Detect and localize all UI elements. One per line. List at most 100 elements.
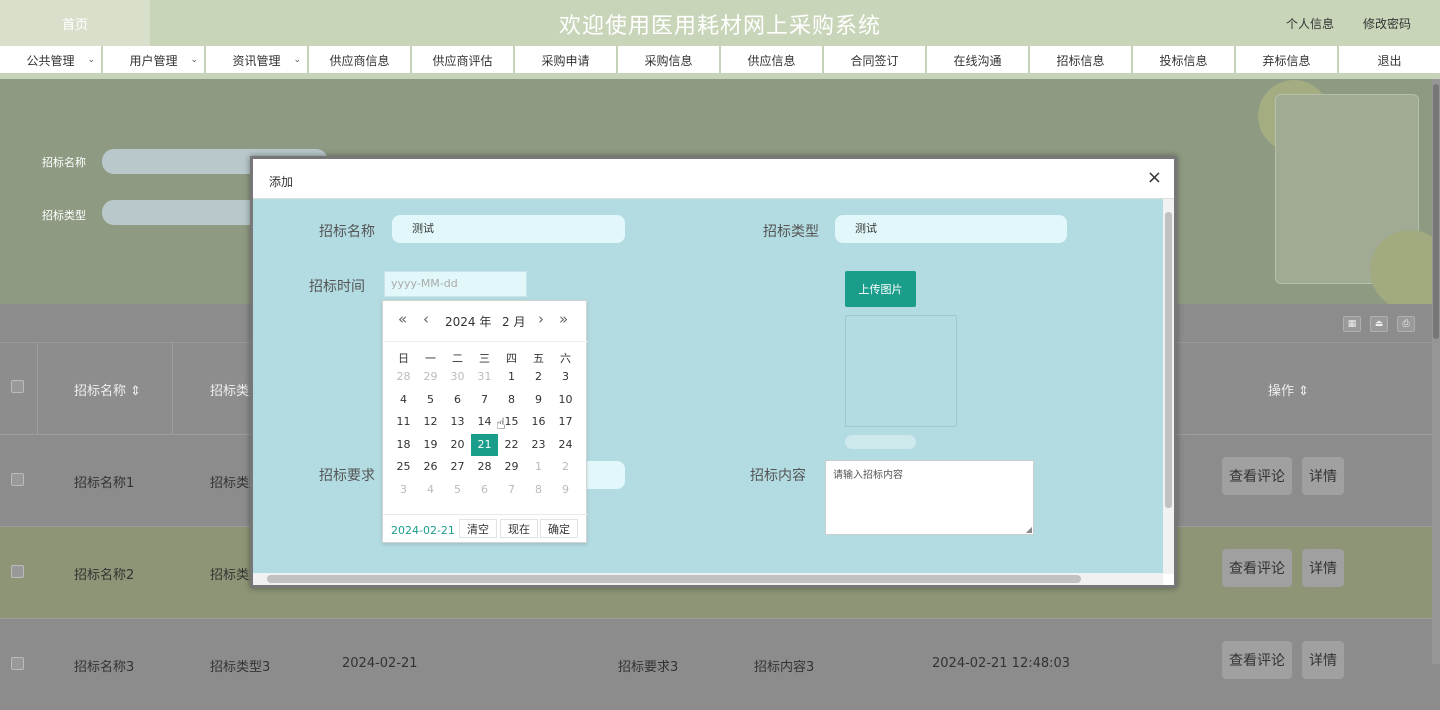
upload-image-button[interactable]: 上传图片 <box>845 271 916 307</box>
prev-year-icon[interactable]: « <box>398 310 407 328</box>
calendar-day[interactable]: 1 <box>498 366 525 388</box>
next-year-icon[interactable]: » <box>559 310 568 328</box>
calendar-day[interactable]: 17 <box>552 411 579 433</box>
confirm-button[interactable]: 确定 <box>540 519 578 538</box>
select-all-checkbox[interactable] <box>11 380 24 393</box>
calendar-day[interactable]: 28 <box>390 366 417 388</box>
time-input[interactable]: yyyy-MM-dd <box>384 271 527 297</box>
view-comments-button[interactable]: 查看评论 <box>1222 457 1292 495</box>
calendar-day[interactable]: 8 <box>498 389 525 411</box>
nav-item[interactable]: 供应信息 <box>721 46 824 74</box>
calendar-day[interactable]: 3 <box>552 366 579 388</box>
home-tab[interactable]: 首页 <box>0 0 150 46</box>
nav-item[interactable]: 弃标信息 <box>1236 46 1339 74</box>
now-button[interactable]: 现在 <box>500 519 538 538</box>
dialog-horizontal-scrollbar-thumb[interactable] <box>267 575 1081 583</box>
th-name[interactable]: 招标名称 ⇕ <box>74 380 141 399</box>
calendar-day[interactable]: 19 <box>417 434 444 456</box>
nav-item[interactable]: 采购信息 <box>618 46 721 74</box>
row-checkbox[interactable] <box>11 473 24 486</box>
calendar-day[interactable]: 11 <box>390 411 417 433</box>
name-input[interactable]: 测试 <box>392 215 625 243</box>
cell-type: 招标类型3 <box>210 660 271 675</box>
calendar-day[interactable]: 18 <box>390 434 417 456</box>
calendar-day[interactable]: 16 <box>525 411 552 433</box>
decorative-circle <box>1370 230 1440 310</box>
picker-month[interactable]: 2 月 <box>502 313 525 330</box>
calendar-day[interactable]: 29 <box>498 456 525 478</box>
nav-item[interactable]: 资讯管理 ⌄ <box>206 46 309 74</box>
calendar-day[interactable]: 2 <box>552 456 579 478</box>
calendar-day[interactable]: 14 <box>471 411 498 433</box>
clear-button[interactable]: 清空 <box>459 519 497 538</box>
weekday-label: 六 <box>560 352 571 365</box>
calendar-day[interactable]: 24 <box>552 434 579 456</box>
user-info-link[interactable]: 个人信息 <box>1286 15 1334 32</box>
view-comments-button[interactable]: 查看评论 <box>1222 641 1292 679</box>
calendar-day[interactable]: 25 <box>390 456 417 478</box>
calendar-day[interactable]: 6 <box>471 479 498 501</box>
calendar-day[interactable]: 6 <box>444 389 471 411</box>
content-textarea[interactable]: 请输入招标内容 ◢ <box>825 460 1034 535</box>
dialog-vertical-scrollbar-thumb[interactable] <box>1165 212 1172 508</box>
nav-item[interactable]: 用户管理 ⌄ <box>103 46 206 74</box>
calendar-day[interactable]: 7 <box>498 479 525 501</box>
row-checkbox[interactable] <box>11 565 24 578</box>
calendar-day[interactable]: 4 <box>390 389 417 411</box>
grid-icon[interactable]: ▦ <box>1343 316 1361 332</box>
nav-item[interactable]: 供应商评估 <box>412 46 515 74</box>
calendar-day[interactable]: 9 <box>552 479 579 501</box>
calendar-day[interactable]: 10 <box>552 389 579 411</box>
details-button[interactable]: 详情 <box>1302 549 1344 587</box>
calendar-day[interactable]: 7 <box>471 389 498 411</box>
weekday-label: 五 <box>533 352 544 365</box>
type-label: 招标类型 <box>763 224 819 240</box>
calendar-day[interactable]: 21 <box>471 433 498 456</box>
calendar-day[interactable]: 20 <box>444 434 471 456</box>
next-month-icon[interactable]: › <box>538 310 544 328</box>
calendar-day[interactable]: 1 <box>525 456 552 478</box>
nav-item-label: 投标信息 <box>1159 53 1208 68</box>
nav-item[interactable]: 公共管理 ⌄ <box>0 46 103 74</box>
calendar-day[interactable]: 5 <box>417 389 444 411</box>
resize-handle-icon[interactable]: ◢ <box>1026 525 1032 534</box>
calendar-day[interactable]: 27 <box>444 456 471 478</box>
calendar-day[interactable]: 8 <box>525 479 552 501</box>
calendar-day[interactable]: 31 <box>471 366 498 388</box>
nav-item[interactable]: 合同签订 <box>824 46 927 74</box>
calendar-day[interactable]: 2 <box>525 366 552 388</box>
print-icon[interactable]: ⎙ <box>1397 316 1415 332</box>
nav-item[interactable]: 供应商信息 <box>309 46 412 74</box>
nav-item-label: 弃标信息 <box>1262 53 1311 68</box>
calendar-day[interactable]: 5 <box>444 479 471 501</box>
calendar-day[interactable]: 22 <box>498 434 525 456</box>
calendar-day[interactable]: 4 <box>417 479 444 501</box>
cell-requirement: 招标要求3 <box>618 660 679 675</box>
calendar-day[interactable]: 30 <box>444 366 471 388</box>
nav-item[interactable]: 在线沟通 <box>927 46 1030 74</box>
nav-item[interactable]: 退出 <box>1339 46 1440 74</box>
nav-item[interactable]: 投标信息 <box>1133 46 1236 74</box>
calendar-day[interactable]: 23 <box>525 434 552 456</box>
calendar-day[interactable]: 9 <box>525 389 552 411</box>
nav-item-label: 采购信息 <box>644 53 693 68</box>
content-label: 招标内容 <box>750 468 806 484</box>
nav-item[interactable]: 采购申请 <box>515 46 618 74</box>
page-scrollbar-thumb[interactable] <box>1433 84 1439 339</box>
details-button[interactable]: 详情 <box>1302 457 1344 495</box>
calendar-day[interactable]: 12 <box>417 411 444 433</box>
type-input[interactable]: 测试 <box>835 215 1067 243</box>
prev-month-icon[interactable]: ‹ <box>423 310 429 328</box>
calendar-day[interactable]: 13 <box>444 411 471 433</box>
nav-item[interactable]: 招标信息 <box>1030 46 1133 74</box>
calendar-day[interactable]: 3 <box>390 479 417 501</box>
details-button[interactable]: 详情 <box>1302 641 1344 679</box>
calendar-day[interactable]: 29 <box>417 366 444 388</box>
change-password-link[interactable]: 修改密码 <box>1363 15 1411 32</box>
calendar-day[interactable]: 26 <box>417 456 444 478</box>
calendar-day[interactable]: 28 <box>471 456 498 478</box>
view-comments-button[interactable]: 查看评论 <box>1222 549 1292 587</box>
close-icon[interactable]: × <box>1147 167 1162 188</box>
picker-year[interactable]: 2024 年 <box>445 313 491 330</box>
export-icon[interactable]: ⏏ <box>1370 316 1388 332</box>
